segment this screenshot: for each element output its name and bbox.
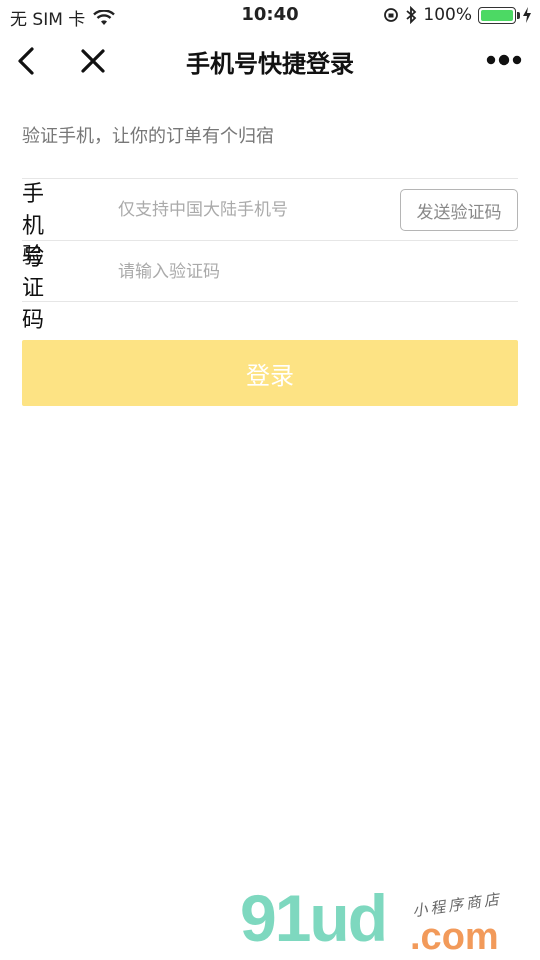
- send-code-button[interactable]: 发送验证码: [400, 189, 518, 231]
- orientation-lock-icon: [384, 8, 399, 22]
- battery-percent: 100%: [423, 5, 472, 25]
- bluetooth-icon: [406, 6, 417, 24]
- watermark-logo: 91ud 小程序商店 .com: [240, 880, 540, 960]
- charging-icon: [523, 7, 531, 23]
- watermark-suffix: .com: [410, 916, 499, 958]
- phone-input[interactable]: [118, 196, 388, 224]
- watermark-brand: 91ud: [240, 881, 388, 955]
- nav-bar: 手机号快捷登录: [0, 30, 540, 92]
- status-bar: 无 SIM 卡 10:40 100%: [0, 0, 540, 30]
- more-dots-icon[interactable]: [486, 53, 522, 67]
- status-right: 100%: [383, 5, 532, 25]
- code-row: 验证码: [22, 240, 518, 333]
- page-title: 手机号快捷登录: [186, 50, 354, 78]
- subtitle: 验证手机，让你的订单有个归宿: [22, 126, 274, 147]
- battery-icon: [478, 6, 520, 24]
- login-button[interactable]: 登录: [22, 340, 518, 406]
- code-label: 验证码: [22, 244, 71, 333]
- login-form: 手机号 发送验证码 验证码: [22, 178, 518, 333]
- code-input[interactable]: [118, 258, 388, 286]
- phone-row: 手机号 发送验证码: [22, 178, 518, 271]
